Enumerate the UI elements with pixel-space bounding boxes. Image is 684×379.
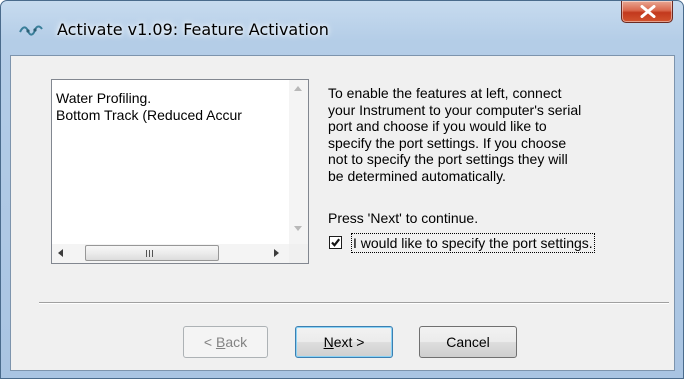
instruction-line: specify the port settings. If you choose (328, 134, 567, 151)
port-settings-label[interactable]: I would like to specify the port setting… (351, 233, 595, 253)
back-rest: ack (225, 334, 248, 350)
scrollbar-corner (289, 244, 308, 263)
instructions-text: To enable the features at left, connect … (328, 85, 648, 184)
close-x-icon (640, 5, 656, 18)
horizontal-scroll-thumb[interactable] (85, 245, 219, 261)
title-bar[interactable]: Activate v1.09: Feature Activation (1, 1, 683, 55)
activate-app-icon (19, 23, 43, 37)
cancel-button[interactable]: Cancel (419, 326, 517, 358)
activate-window: Activate v1.09: Feature Activation Water… (0, 0, 684, 379)
instruction-line: port and choose if you would like to (328, 118, 547, 134)
scroll-down-arrow-icon[interactable] (294, 226, 302, 231)
list-item[interactable]: Water Profiling. (56, 90, 151, 106)
features-list: Water Profiling. Bottom Track (Reduced A… (52, 80, 289, 244)
window-title: Activate v1.09: Feature Activation (57, 20, 329, 39)
back-prefix: < (203, 334, 216, 350)
next-mnemonic: N (323, 334, 334, 350)
horizontal-scrollbar[interactable] (52, 244, 289, 263)
list-item[interactable]: Bottom Track (Reduced Accur (56, 107, 242, 123)
back-mnemonic: B (215, 334, 226, 350)
next-rest: ext > (333, 334, 365, 350)
vertical-scrollbar[interactable] (289, 80, 308, 244)
dialog-client-area: Water Profiling. Bottom Track (Reduced A… (10, 55, 675, 371)
instruction-line: not to specify the port settings they wi… (328, 151, 568, 167)
instruction-line: be determined automatically. (328, 167, 506, 184)
separator-line (39, 302, 669, 304)
grip-icon (146, 250, 154, 257)
scroll-left-arrow-icon[interactable] (58, 249, 63, 257)
scroll-right-arrow-icon[interactable] (274, 249, 279, 257)
features-listbox[interactable]: Water Profiling. Bottom Track (Reduced A… (51, 79, 309, 264)
press-next-text: Press 'Next' to continue. (328, 210, 479, 226)
port-settings-checkbox[interactable] (329, 236, 342, 249)
scroll-up-arrow-icon[interactable] (294, 86, 302, 91)
instruction-line: your Instrument to your computer's seria… (328, 101, 582, 118)
back-button[interactable]: < Back (183, 326, 268, 358)
checkmark-icon (331, 238, 341, 247)
close-button[interactable] (621, 1, 673, 23)
instruction-line: To enable the features at left, connect (328, 85, 562, 101)
next-button[interactable]: Next > (295, 326, 393, 358)
